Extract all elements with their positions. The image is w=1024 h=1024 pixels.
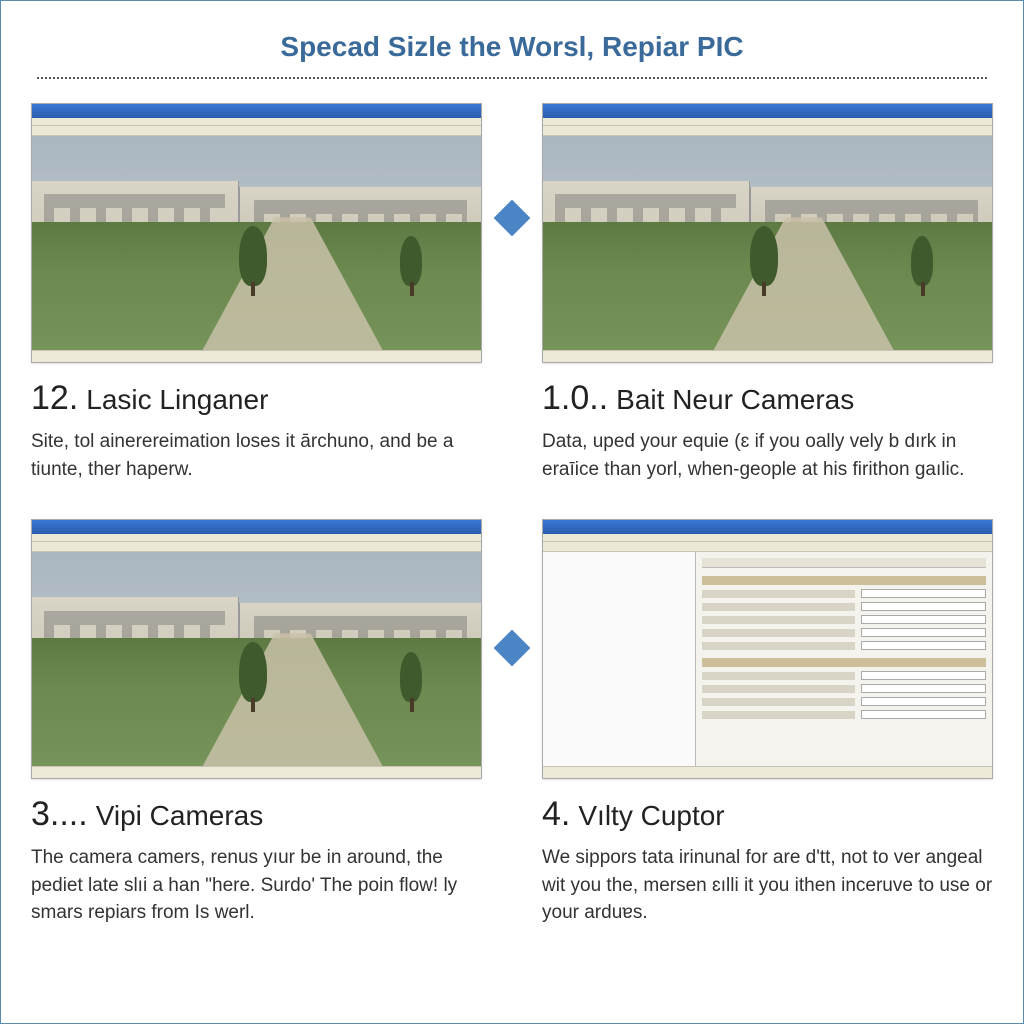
step-2: 1.0.. Bait Neur Cameras Data, uped your … [542, 103, 993, 483]
step-1: 12. Lasic Linganer Site, tol ainerereima… [31, 103, 482, 483]
arrow-icon [494, 630, 531, 667]
step-3-screenshot [31, 519, 482, 779]
step-4: 4. Vılty Cuptor We sippors tata irinunal… [542, 519, 993, 927]
step-2-body: Data, uped your equie (ɛ if you oally ve… [542, 428, 993, 483]
step-2-screenshot [542, 103, 993, 363]
step-1-body: Site, tol ainerereimation loses it ārchu… [31, 428, 482, 483]
step-3-body: The camera camers, renus yıur be in arou… [31, 844, 482, 927]
step-4-label: Vılty Cuptor [578, 800, 724, 832]
step-4-number: 4. [542, 795, 570, 834]
arrow-icon [494, 200, 531, 237]
title-divider [37, 77, 987, 79]
step-1-screenshot [31, 103, 482, 363]
step-1-number: 12. [31, 379, 78, 418]
step-3-number: 3.... [31, 795, 88, 834]
step-4-screenshot [542, 519, 993, 779]
step-1-label: Lasic Linganer [86, 384, 268, 416]
steps-grid: 12. Lasic Linganer Site, tol ainerereima… [31, 103, 993, 927]
step-3-label: Vipi Cameras [96, 800, 264, 832]
step-2-number: 1.0.. [542, 379, 608, 418]
page-title: Specad Sizle the Worsl, Repiar PIC [31, 21, 993, 77]
step-3: 3.... Vipi Cameras The camera camers, re… [31, 519, 482, 927]
step-2-label: Bait Neur Cameras [616, 384, 854, 416]
step-4-body: We sippors tata irinunal for are d'tt, n… [542, 844, 993, 927]
